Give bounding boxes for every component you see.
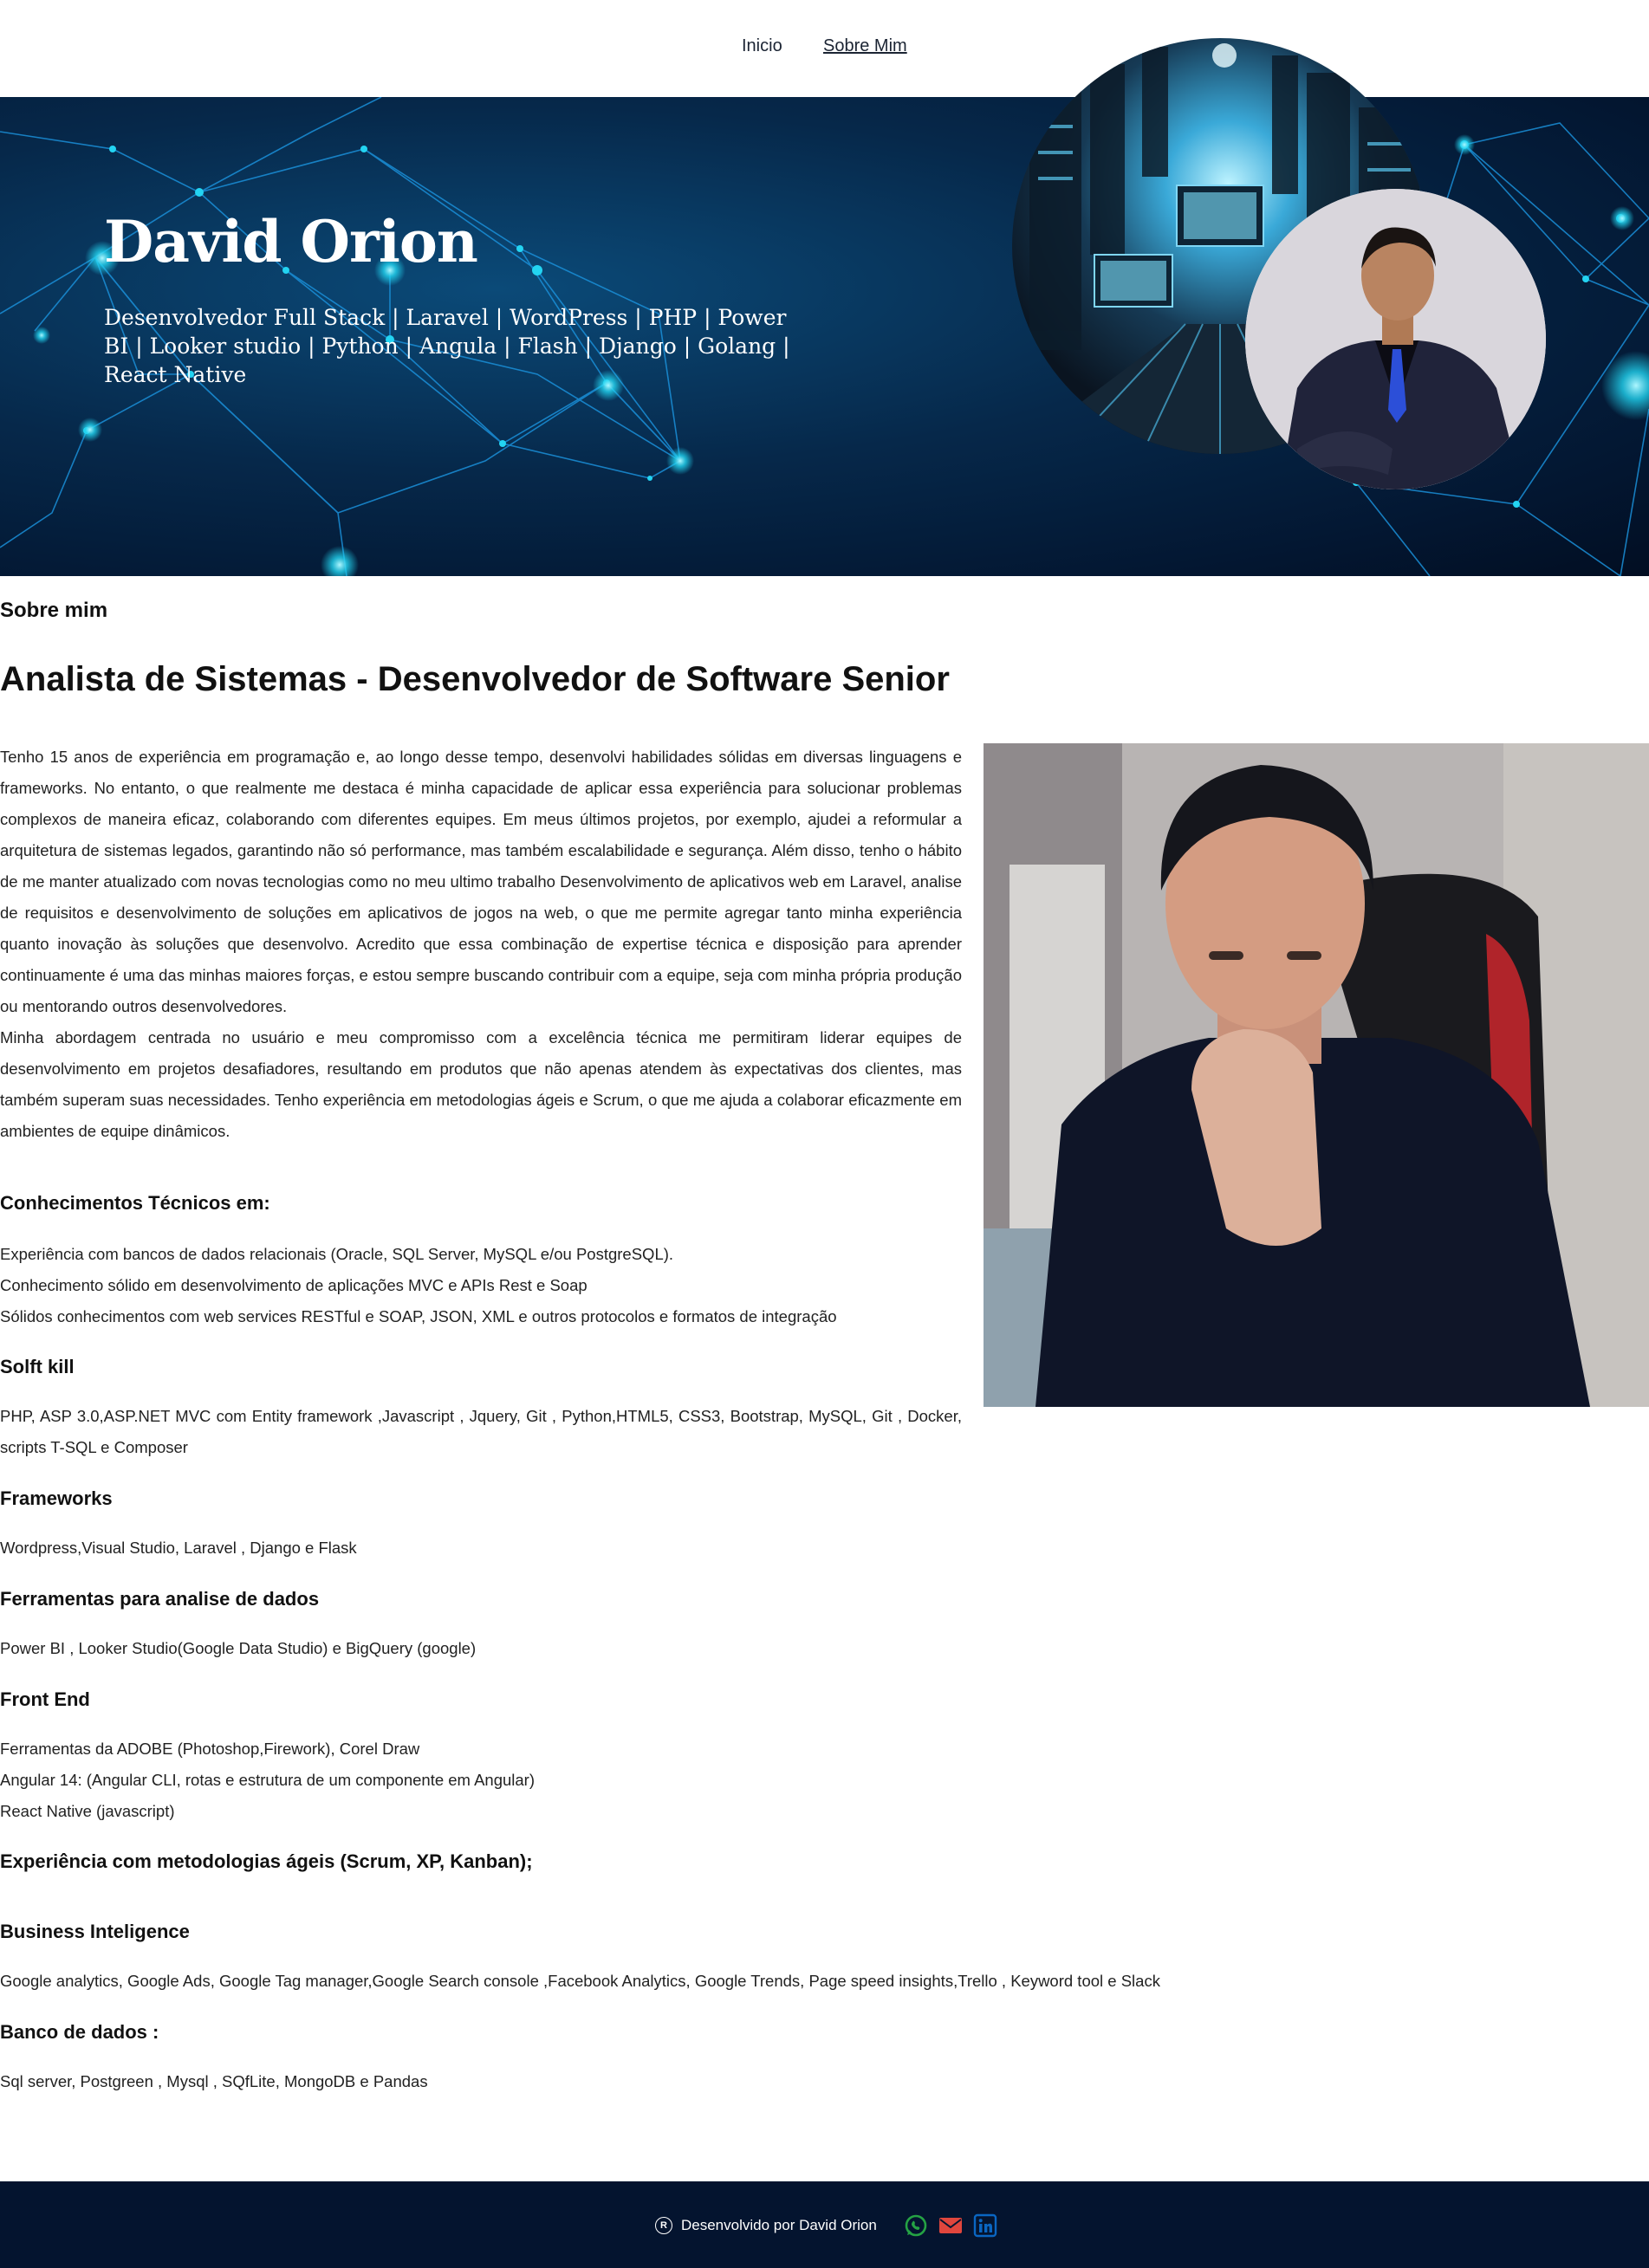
- about-title: Analista de Sistemas - Desenvolvedor de …: [0, 660, 950, 698]
- db-list: Sql server, Postgreen , Mysql , SQfLite,…: [0, 2066, 428, 2097]
- list-item: Sólidos conhecimentos com web services R…: [0, 1307, 837, 1325]
- section-title-frameworks: Frameworks: [0, 1487, 113, 1509]
- email-icon[interactable]: [938, 2213, 964, 2239]
- top-nav: Inicio Sobre Mim: [0, 0, 1649, 97]
- bi-text: Google analytics, Google Ads, Google Tag…: [0, 1972, 1160, 1990]
- list-item: React Native (javascript): [0, 1802, 175, 1820]
- section-title-soft: Solft kill: [0, 1356, 75, 1377]
- list-item: Conhecimento sólido em desenvolvimento d…: [0, 1276, 588, 1294]
- section-title-agile: Experiência com metodologias ágeis (Scru…: [0, 1850, 533, 1872]
- about-paragraph: Minha abordagem centrada no usuário e me…: [0, 1028, 962, 1140]
- nav-link-about[interactable]: Sobre Mim: [823, 36, 907, 56]
- profile-photo: [984, 743, 1649, 1407]
- hero-profile-photo: [1245, 189, 1546, 489]
- bi-list: Google analytics, Google Ads, Google Tag…: [0, 1966, 1160, 1997]
- list-item: Ferramentas da ADOBE (Photoshop,Firework…: [0, 1740, 420, 1758]
- data-tools-list: Power BI , Looker Studio(Google Data Stu…: [0, 1633, 476, 1664]
- list-item: Experiência com bancos de dados relacion…: [0, 1245, 674, 1263]
- linkedin-icon[interactable]: [972, 2213, 998, 2239]
- data-tools-text: Power BI , Looker Studio(Google Data Stu…: [0, 1639, 477, 1657]
- section-title-bi: Business Inteligence: [0, 1921, 190, 1942]
- footer-content: R Desenvolvido por David Orion: [655, 2213, 998, 2239]
- frameworks-text: Wordpress,Visual Studio, Laravel , Djang…: [0, 1539, 357, 1557]
- soft-skills-text: PHP, ASP 3.0,ASP.NET MVC com Entity fram…: [0, 1407, 962, 1456]
- about-text: Tenho 15 anos de experiência em programa…: [0, 742, 962, 1147]
- whatsapp-icon[interactable]: [903, 2213, 929, 2239]
- frameworks-list: Wordpress,Visual Studio, Laravel , Djang…: [0, 1533, 357, 1564]
- db-text: Sql server, Postgreen , Mysql , SQfLite,…: [0, 2072, 428, 2090]
- hero-subtitle: Desenvolvedor Full Stack | Laravel | Wor…: [104, 305, 790, 387]
- tech-list: Experiência com bancos de dados relacion…: [0, 1239, 837, 1332]
- person-portrait-illustration: [1245, 189, 1546, 489]
- registered-icon: R: [655, 2217, 672, 2234]
- list-item: Angular 14: (Angular CLI, rotas e estrut…: [0, 1771, 536, 1789]
- footer: R Desenvolvido por David Orion: [0, 2181, 1649, 2268]
- about-paragraph: Tenho 15 anos de experiência em programa…: [0, 748, 962, 1015]
- section-title-db: Banco de dados :: [0, 2021, 159, 2043]
- soft-skills: PHP, ASP 3.0,ASP.NET MVC com Entity fram…: [0, 1401, 962, 1463]
- about-label: Sobre mim: [0, 599, 108, 622]
- section-title-tech: Conhecimentos Técnicos em:: [0, 1192, 270, 1214]
- nav-link-home[interactable]: Inicio: [742, 36, 782, 56]
- section-title-data-tools: Ferramentas para analise de dados: [0, 1588, 320, 1610]
- hero-name: David Orion: [104, 208, 478, 275]
- footer-credit: Desenvolvido por David Orion: [681, 2217, 877, 2233]
- person-photo-illustration: [984, 743, 1649, 1407]
- frontend-list: Ferramentas da ADOBE (Photoshop,Firework…: [0, 1733, 535, 1827]
- section-title-frontend: Front End: [0, 1688, 90, 1710]
